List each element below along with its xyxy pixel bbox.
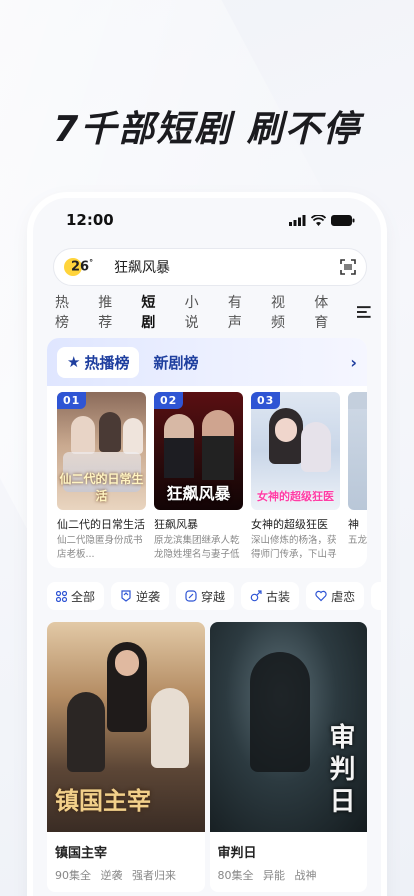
genre-label: 古装 bbox=[266, 589, 291, 604]
drama-description: 深山修炼的杨洛，获得师门传承，下山寻 bbox=[251, 535, 337, 560]
menu-icon[interactable] bbox=[357, 306, 372, 318]
genre-chip-all[interactable]: 全部 bbox=[47, 582, 105, 610]
genre-label: 全部 bbox=[71, 589, 96, 604]
ranking-item[interactable]: 01 仙二代的日常生活 仙二代的日常生活 仙二代隐匿身份成书店老板... bbox=[57, 392, 146, 562]
ranking-item[interactable]: 02 狂飙风暴 狂飙风暴 原龙滨集团继承人乾龙隐姓埋名与妻子低 bbox=[154, 392, 243, 562]
grid-icon bbox=[56, 590, 67, 602]
temperature: 26° bbox=[71, 258, 94, 275]
chevron-right-icon[interactable]: › bbox=[350, 353, 357, 372]
search-bar[interactable]: 26° 狂飙风暴 bbox=[53, 248, 367, 286]
promo-headline: 7千部短剧 刷不停 bbox=[53, 109, 361, 150]
status-bar: 12:00 bbox=[33, 198, 381, 242]
genre-label: 虐恋 bbox=[331, 589, 356, 604]
category-tabs: 热榜 推荐 短剧 小说 有声 视频 体育 bbox=[33, 290, 381, 334]
hot-list-label: 热播榜 bbox=[84, 353, 130, 372]
genre-chip-time-travel[interactable]: 穿越 bbox=[176, 582, 235, 610]
poster-title: 女神的超级狂医 bbox=[257, 490, 334, 503]
drama-poster[interactable]: 01 仙二代的日常生活 bbox=[57, 392, 146, 510]
ranking-list: 01 仙二代的日常生活 仙二代的日常生活 仙二代隐匿身份成书店老板... 02 … bbox=[47, 386, 367, 562]
drama-card-meta: 90集全 逆袭 强者归来 bbox=[47, 861, 205, 883]
drama-title: 狂飙风暴 bbox=[154, 518, 198, 531]
ranking-header: ★ 热播榜 新剧榜 › bbox=[47, 338, 367, 386]
rank-badge: 04 bbox=[348, 392, 367, 409]
drama-cover[interactable]: 镇国主宰 bbox=[47, 622, 205, 832]
search-input[interactable]: 狂飙风暴 bbox=[114, 257, 340, 277]
drama-tag: 逆袭 bbox=[100, 869, 123, 882]
genre-chip-heartbreak[interactable]: 虐恋 bbox=[306, 582, 365, 610]
rank-badge: 03 bbox=[251, 392, 281, 409]
genre-chip-costume[interactable]: 古装 bbox=[241, 582, 300, 610]
genre-label: 穿越 bbox=[201, 589, 226, 604]
tab-audio[interactable]: 有声 bbox=[228, 292, 255, 332]
tab-new-list[interactable]: 新剧榜 bbox=[153, 352, 198, 373]
wifi-icon bbox=[311, 214, 326, 226]
scan-icon[interactable] bbox=[340, 259, 356, 275]
genre-chip-more[interactable] bbox=[371, 582, 381, 610]
tab-hot[interactable]: 热榜 bbox=[55, 292, 82, 332]
cover-title: 审判日 bbox=[329, 723, 356, 817]
weather-widget[interactable]: 26° bbox=[64, 258, 93, 276]
poster-title: 仙二代的日常生活 bbox=[59, 472, 144, 503]
drama-card-title: 审判日 bbox=[217, 846, 257, 861]
drama-card[interactable]: 镇国主宰 镇国主宰 90集全 逆袭 强者归来 bbox=[47, 622, 205, 892]
status-time: 12:00 bbox=[66, 211, 114, 229]
genre-label: 逆袭 bbox=[136, 589, 161, 604]
drama-tag: 战神 bbox=[294, 869, 317, 882]
genre-chip-counterattack[interactable]: 逆袭 bbox=[111, 582, 170, 610]
drama-title: 仙二代的日常生活 bbox=[57, 518, 145, 531]
signal-icon bbox=[289, 214, 306, 226]
drama-card-meta: 80集全 异能 战神 bbox=[210, 861, 368, 883]
rank-badge: 02 bbox=[154, 392, 184, 409]
drama-description: 原龙滨集团继承人乾龙隐姓埋名与妻子低 bbox=[154, 535, 240, 560]
drama-poster[interactable]: 03 女神的超级狂医 bbox=[251, 392, 340, 510]
status-icons bbox=[289, 214, 355, 226]
tab-recommend[interactable]: 推荐 bbox=[98, 292, 125, 332]
phone-frame: 12:00 26° 狂飙风暴 热榜 推荐 短剧 小说 有声 视频 体育 ★ 热播… bbox=[33, 198, 381, 896]
drama-tag: 异能 bbox=[263, 869, 285, 882]
heart-icon bbox=[315, 590, 327, 602]
tab-novel[interactable]: 小说 bbox=[185, 292, 212, 332]
drama-title: 神 bbox=[348, 518, 359, 531]
time-travel-icon bbox=[185, 590, 197, 602]
tab-hot-list[interactable]: ★ 热播榜 bbox=[57, 346, 140, 378]
poster-title: 狂飙风暴 bbox=[166, 484, 231, 503]
drama-card-title: 镇国主宰 bbox=[55, 846, 108, 861]
drama-tag: 强者归来 bbox=[132, 869, 176, 882]
drama-cover[interactable]: 审判日 bbox=[209, 622, 367, 832]
drama-grid: 镇国主宰 镇国主宰 90集全 逆袭 强者归来 审判日 审判日 80集全 异能 战… bbox=[33, 610, 381, 892]
ranking-item[interactable]: 04 神 五龙 bbox=[348, 392, 367, 562]
drama-poster[interactable]: 02 狂飙风暴 bbox=[154, 392, 243, 510]
drama-description: 仙二代隐匿身份成书店老板... bbox=[57, 535, 143, 560]
battery-icon bbox=[331, 214, 355, 226]
rank-badge: 01 bbox=[57, 392, 87, 409]
tab-sports[interactable]: 体育 bbox=[314, 292, 341, 332]
drama-description: 五龙 bbox=[348, 535, 367, 546]
genre-filter-bar: 全部 逆袭 穿越 古装 虐恋 bbox=[33, 568, 381, 610]
tab-video[interactable]: 视频 bbox=[271, 292, 298, 332]
ranking-item[interactable]: 03 女神的超级狂医 女神的超级狂医 深山修炼的杨洛，获得师门传承，下山寻 bbox=[251, 392, 340, 562]
episode-count: 90集全 bbox=[55, 869, 91, 882]
star-icon: ★ bbox=[67, 353, 81, 371]
drama-poster[interactable]: 04 bbox=[348, 392, 367, 510]
episode-count: 80集全 bbox=[217, 869, 254, 882]
ranking-card: ★ 热播榜 新剧榜 › 01 仙二代的日常生活 仙二代的日常生活 仙二代隐匿身份… bbox=[47, 338, 367, 568]
drama-title: 女神的超级狂医 bbox=[251, 518, 328, 531]
counterattack-icon bbox=[121, 590, 131, 602]
drama-card[interactable]: 审判日 审判日 80集全 异能 战神 bbox=[209, 622, 368, 892]
tab-short-drama[interactable]: 短剧 bbox=[141, 292, 168, 332]
cover-title: 镇国主宰 bbox=[55, 787, 151, 815]
costume-icon bbox=[250, 590, 262, 602]
